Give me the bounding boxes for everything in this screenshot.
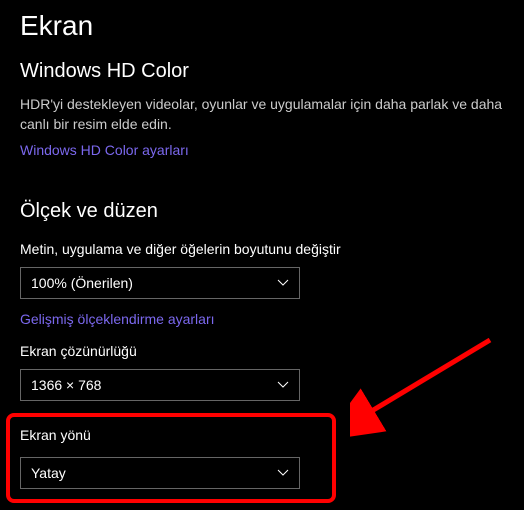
scale-layout-title: Ölçek ve düzen: [20, 200, 504, 223]
text-size-dropdown[interactable]: 100% (Önerilen): [20, 267, 300, 299]
hd-color-settings-link[interactable]: Windows HD Color ayarları: [20, 142, 189, 158]
chevron-down-icon: [277, 467, 289, 479]
orientation-highlight: Ekran yönü Yatay: [6, 413, 336, 503]
orientation-label: Ekran yönü: [20, 427, 322, 443]
resolution-dropdown[interactable]: 1366 × 768: [20, 369, 300, 401]
page-title: Ekran: [20, 10, 504, 42]
text-size-value: 100% (Önerilen): [31, 275, 277, 291]
hd-color-title: Windows HD Color: [20, 60, 504, 83]
chevron-down-icon: [277, 379, 289, 391]
orientation-dropdown[interactable]: Yatay: [20, 457, 300, 489]
resolution-label: Ekran çözünürlüğü: [20, 343, 504, 359]
advanced-scaling-link[interactable]: Gelişmiş ölçeklendirme ayarları: [20, 311, 215, 327]
orientation-value: Yatay: [31, 465, 277, 481]
hd-color-description: HDR'yi destekleyen videolar, oyunlar ve …: [20, 95, 504, 134]
text-size-label: Metin, uygulama ve diğer öğelerin boyutu…: [20, 241, 504, 257]
chevron-down-icon: [277, 277, 289, 289]
resolution-value: 1366 × 768: [31, 377, 277, 393]
